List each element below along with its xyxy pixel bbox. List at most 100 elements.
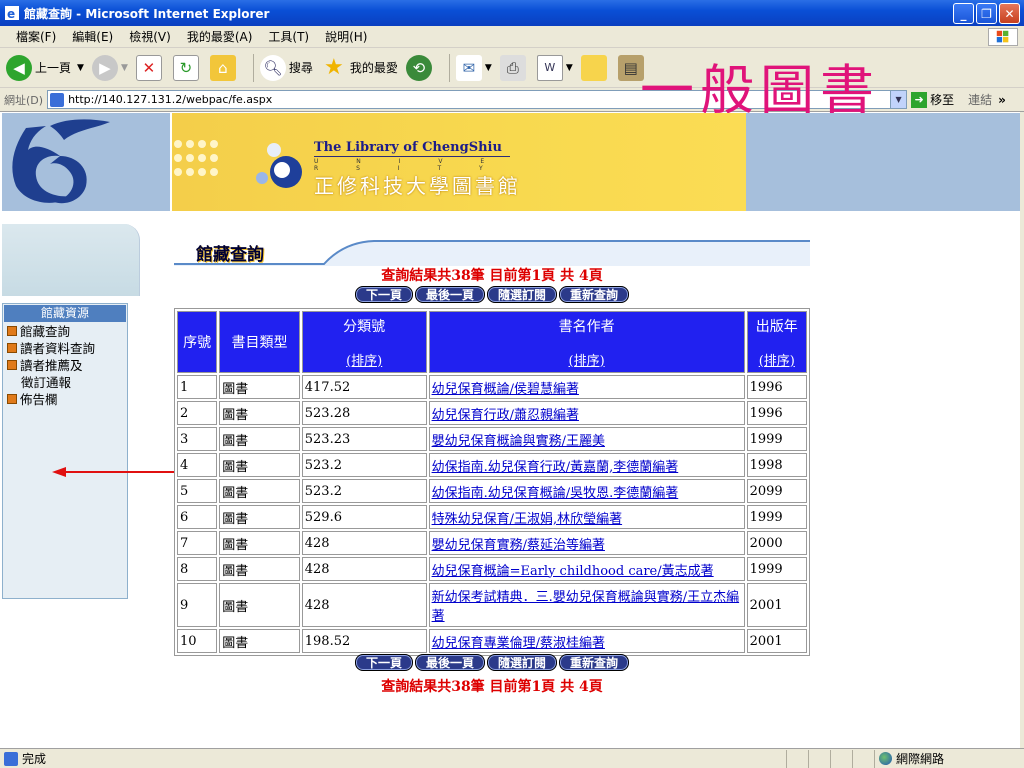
discuss-button[interactable]: [580, 54, 610, 81]
sidebar-item-reader-query[interactable]: 讀者資料查詢: [3, 340, 127, 357]
sidebar-header: 館藏資源: [4, 305, 126, 322]
mail-icon: ✉: [455, 54, 482, 81]
sidebar-item-bulletin[interactable]: 佈告欄: [3, 391, 127, 408]
back-button[interactable]: ◀ 上一頁 ▼: [6, 54, 84, 81]
sidebar-item-recommend-cont[interactable]: 徵訂通報: [3, 374, 127, 391]
sidebar-item-recommend[interactable]: 讀者推薦及: [3, 357, 127, 374]
table-row: 2 圖書 523.28 幼兒保育行政/蕭忍親編著 1996: [177, 401, 807, 425]
cell-call: 523.2: [301, 453, 427, 477]
book-title-link[interactable]: 特殊幼兒保育/王淑娟,林欣瑩編著: [432, 512, 623, 527]
library-chinese-name: 正修科技大學圖書館: [314, 174, 521, 198]
new-search-button[interactable]: 重新查詢: [559, 286, 630, 303]
minimize-button[interactable]: _: [953, 3, 974, 24]
sort-link-call[interactable]: (排序): [303, 350, 426, 369]
cell-year: 1998: [746, 453, 807, 477]
back-arrow-icon: ◀: [6, 54, 32, 81]
dropdown-icon[interactable]: ▼: [890, 91, 907, 108]
book-title-link[interactable]: 嬰幼兒保育實務/蔡延治等編著: [432, 538, 605, 553]
book-title-link[interactable]: 嬰幼兒保育概論與實務/王麗美: [432, 434, 605, 449]
sort-link-year[interactable]: (排序): [748, 350, 806, 369]
sort-link-title[interactable]: (排序): [430, 350, 744, 369]
dropdown-icon[interactable]: ▼: [485, 63, 492, 73]
last-page-button[interactable]: 最後一頁: [414, 286, 485, 303]
stop-button[interactable]: ✕: [135, 54, 165, 81]
refresh-icon: ↻: [172, 54, 199, 81]
next-page-button[interactable]: 下一頁: [354, 654, 413, 671]
mail-button[interactable]: ✉ ▼: [455, 54, 492, 81]
new-search-button[interactable]: 重新查詢: [559, 654, 630, 671]
book-title-link[interactable]: 新幼保考試精典．三.嬰幼兒保育概論與實務/王立杰編著: [432, 590, 740, 624]
table-row: 4 圖書 523.2 幼保指南.幼兒保育行政/黃嘉蘭,李德蘭編著 1998: [177, 453, 807, 477]
status-segment: [786, 749, 808, 768]
next-page-button[interactable]: 下一頁: [354, 286, 413, 303]
search-button[interactable]: 🔍︎ 搜尋: [259, 54, 313, 81]
cell-title: 特殊幼兒保育/王淑娟,林欣瑩編著: [428, 505, 745, 529]
globe-icon: [879, 752, 892, 765]
book-title-link[interactable]: 幼兒保育專業倫理/蔡淑桂編著: [432, 636, 605, 651]
cell-title: 幼兒保育行政/蕭忍親編著: [428, 401, 745, 425]
book-title-link[interactable]: 幼保指南.幼兒保育概論/吳牧恩.李德蘭編著: [432, 486, 679, 501]
overlay-annotation-title: 一般圖書: [640, 59, 880, 122]
cell-seq: 5: [177, 479, 218, 503]
cell-seq: 4: [177, 453, 218, 477]
book-title-link[interactable]: 幼兒保育行政/蕭忍親編著: [432, 408, 579, 423]
last-page-button[interactable]: 最後一頁: [414, 654, 485, 671]
banner-right-panel: [746, 113, 1023, 211]
library-english-name: The Library of ChengShiu: [314, 140, 502, 155]
window-edge: [1020, 112, 1024, 748]
home-icon: ⌂: [209, 54, 236, 81]
dropdown-icon[interactable]: ▼: [77, 63, 84, 73]
book-title-link[interactable]: 幼兒保育概論=Early childhood care/黃志成著: [432, 564, 714, 579]
cell-year: 1999: [746, 427, 807, 451]
cell-type: 圖書: [219, 401, 300, 425]
menu-view[interactable]: 檢視(V): [121, 28, 179, 45]
table-row: 8 圖書 428 幼兒保育概論=Early childhood care/黃志成著 19…: [177, 557, 807, 581]
go-arrow-icon: ➜: [911, 91, 928, 108]
links-button[interactable]: 連結: [968, 91, 992, 108]
page-done-icon: [4, 751, 18, 766]
word-icon: W: [536, 54, 563, 81]
menu-file[interactable]: 檔案(F): [8, 28, 64, 45]
book-title-link[interactable]: 幼兒保育概論/侯碧慧編著: [432, 382, 579, 397]
book-title-link[interactable]: 幼保指南.幼兒保育行政/黃嘉蘭,李德蘭編著: [432, 460, 679, 475]
toolbar-separator: [252, 53, 254, 82]
subscribe-button[interactable]: 隨選訂閱: [487, 654, 558, 671]
go-button[interactable]: ➜ 移至: [911, 91, 954, 108]
cell-type: 圖書: [219, 629, 300, 653]
address-label: 網址(D): [4, 93, 44, 107]
menu-edit[interactable]: 編輯(E): [64, 28, 121, 45]
favorites-button[interactable]: ★ 我的最愛: [321, 55, 398, 81]
cell-call: 428: [301, 583, 427, 627]
table-row: 7 圖書 428 嬰幼兒保育實務/蔡延治等編著 2000: [177, 531, 807, 555]
dropdown-icon[interactable]: ▼: [121, 63, 128, 73]
print-button[interactable]: ⎙: [499, 54, 529, 81]
menu-tools[interactable]: 工具(T): [260, 28, 317, 45]
menu-help[interactable]: 說明(H): [317, 28, 375, 45]
maximize-button[interactable]: ❐: [976, 3, 997, 24]
cell-year: 2001: [746, 629, 807, 653]
arrow-bullet-icon: [7, 394, 17, 404]
svg-text:e: e: [7, 7, 15, 21]
history-icon: ⟲: [405, 54, 432, 81]
cell-title: 幼保指南.幼兒保育概論/吳牧恩.李德蘭編著: [428, 479, 745, 503]
home-button[interactable]: ⌂: [209, 54, 239, 81]
sidebar-item-collection-search[interactable]: 館藏查詢: [3, 323, 127, 340]
col-header-title: 書名作者 (排序): [428, 311, 745, 373]
table-row: 5 圖書 523.2 幼保指南.幼兒保育概論/吳牧恩.李德蘭編著 2099: [177, 479, 807, 503]
history-button[interactable]: ⟲: [405, 54, 435, 81]
close-button[interactable]: ✕: [999, 3, 1020, 24]
edit-button[interactable]: W ▼: [536, 54, 573, 81]
printer-icon: ⎙: [499, 54, 526, 81]
result-summary-top: 查詢結果共38筆 目前第1頁 共 4頁: [381, 268, 603, 284]
table-row: 3 圖書 523.23 嬰幼兒保育概論與實務/王麗美 1999: [177, 427, 807, 451]
refresh-button[interactable]: ↻: [172, 54, 202, 81]
search-icon: 🔍︎: [259, 54, 286, 81]
forward-button[interactable]: ▶ ▼: [91, 54, 128, 81]
subscribe-button[interactable]: 隨選訂閱: [487, 286, 558, 303]
menu-favorites[interactable]: 我的最愛(A): [179, 28, 261, 45]
cell-title: 新幼保考試精典．三.嬰幼兒保育概論與實務/王立杰編著: [428, 583, 745, 627]
chevron-right-icon[interactable]: »: [998, 93, 1006, 107]
cell-call: 428: [301, 531, 427, 555]
dropdown-icon[interactable]: ▼: [566, 63, 573, 73]
windows-flag-icon: [988, 28, 1018, 46]
